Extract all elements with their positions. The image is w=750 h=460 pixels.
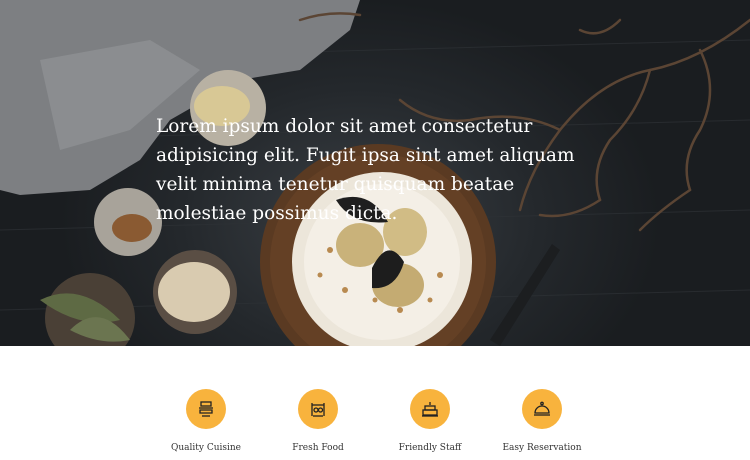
feature-label: Fresh Food — [292, 443, 344, 453]
hero-text: Lorem ipsum dolor sit amet consectetur a… — [156, 116, 575, 224]
features-section: Quality Cuisine Fresh Food Friendly Staf… — [0, 346, 750, 460]
feature-icon-circle — [298, 389, 338, 429]
feature-icon-circle — [410, 389, 450, 429]
feature-friendly-staff: Friendly Staff — [374, 346, 486, 460]
feature-label: Friendly Staff — [398, 443, 462, 453]
feature-easy-reservation: Easy Reservation — [486, 346, 598, 460]
cake-icon — [422, 402, 438, 417]
hero-banner: Lorem ipsum dolor sit amet consectetur a… — [0, 0, 750, 346]
dish-icon — [199, 401, 213, 417]
feature-label: Quality Cuisine — [170, 443, 242, 453]
feature-label: Easy Reservation — [502, 443, 582, 453]
feature-fresh-food: Fresh Food — [262, 346, 374, 460]
feature-quality-cuisine: Quality Cuisine — [150, 346, 262, 460]
feature-icon-circle — [186, 389, 226, 429]
feature-icon-circle — [522, 389, 562, 429]
market-stall-icon — [311, 403, 325, 417]
cloche-icon — [534, 401, 550, 416]
